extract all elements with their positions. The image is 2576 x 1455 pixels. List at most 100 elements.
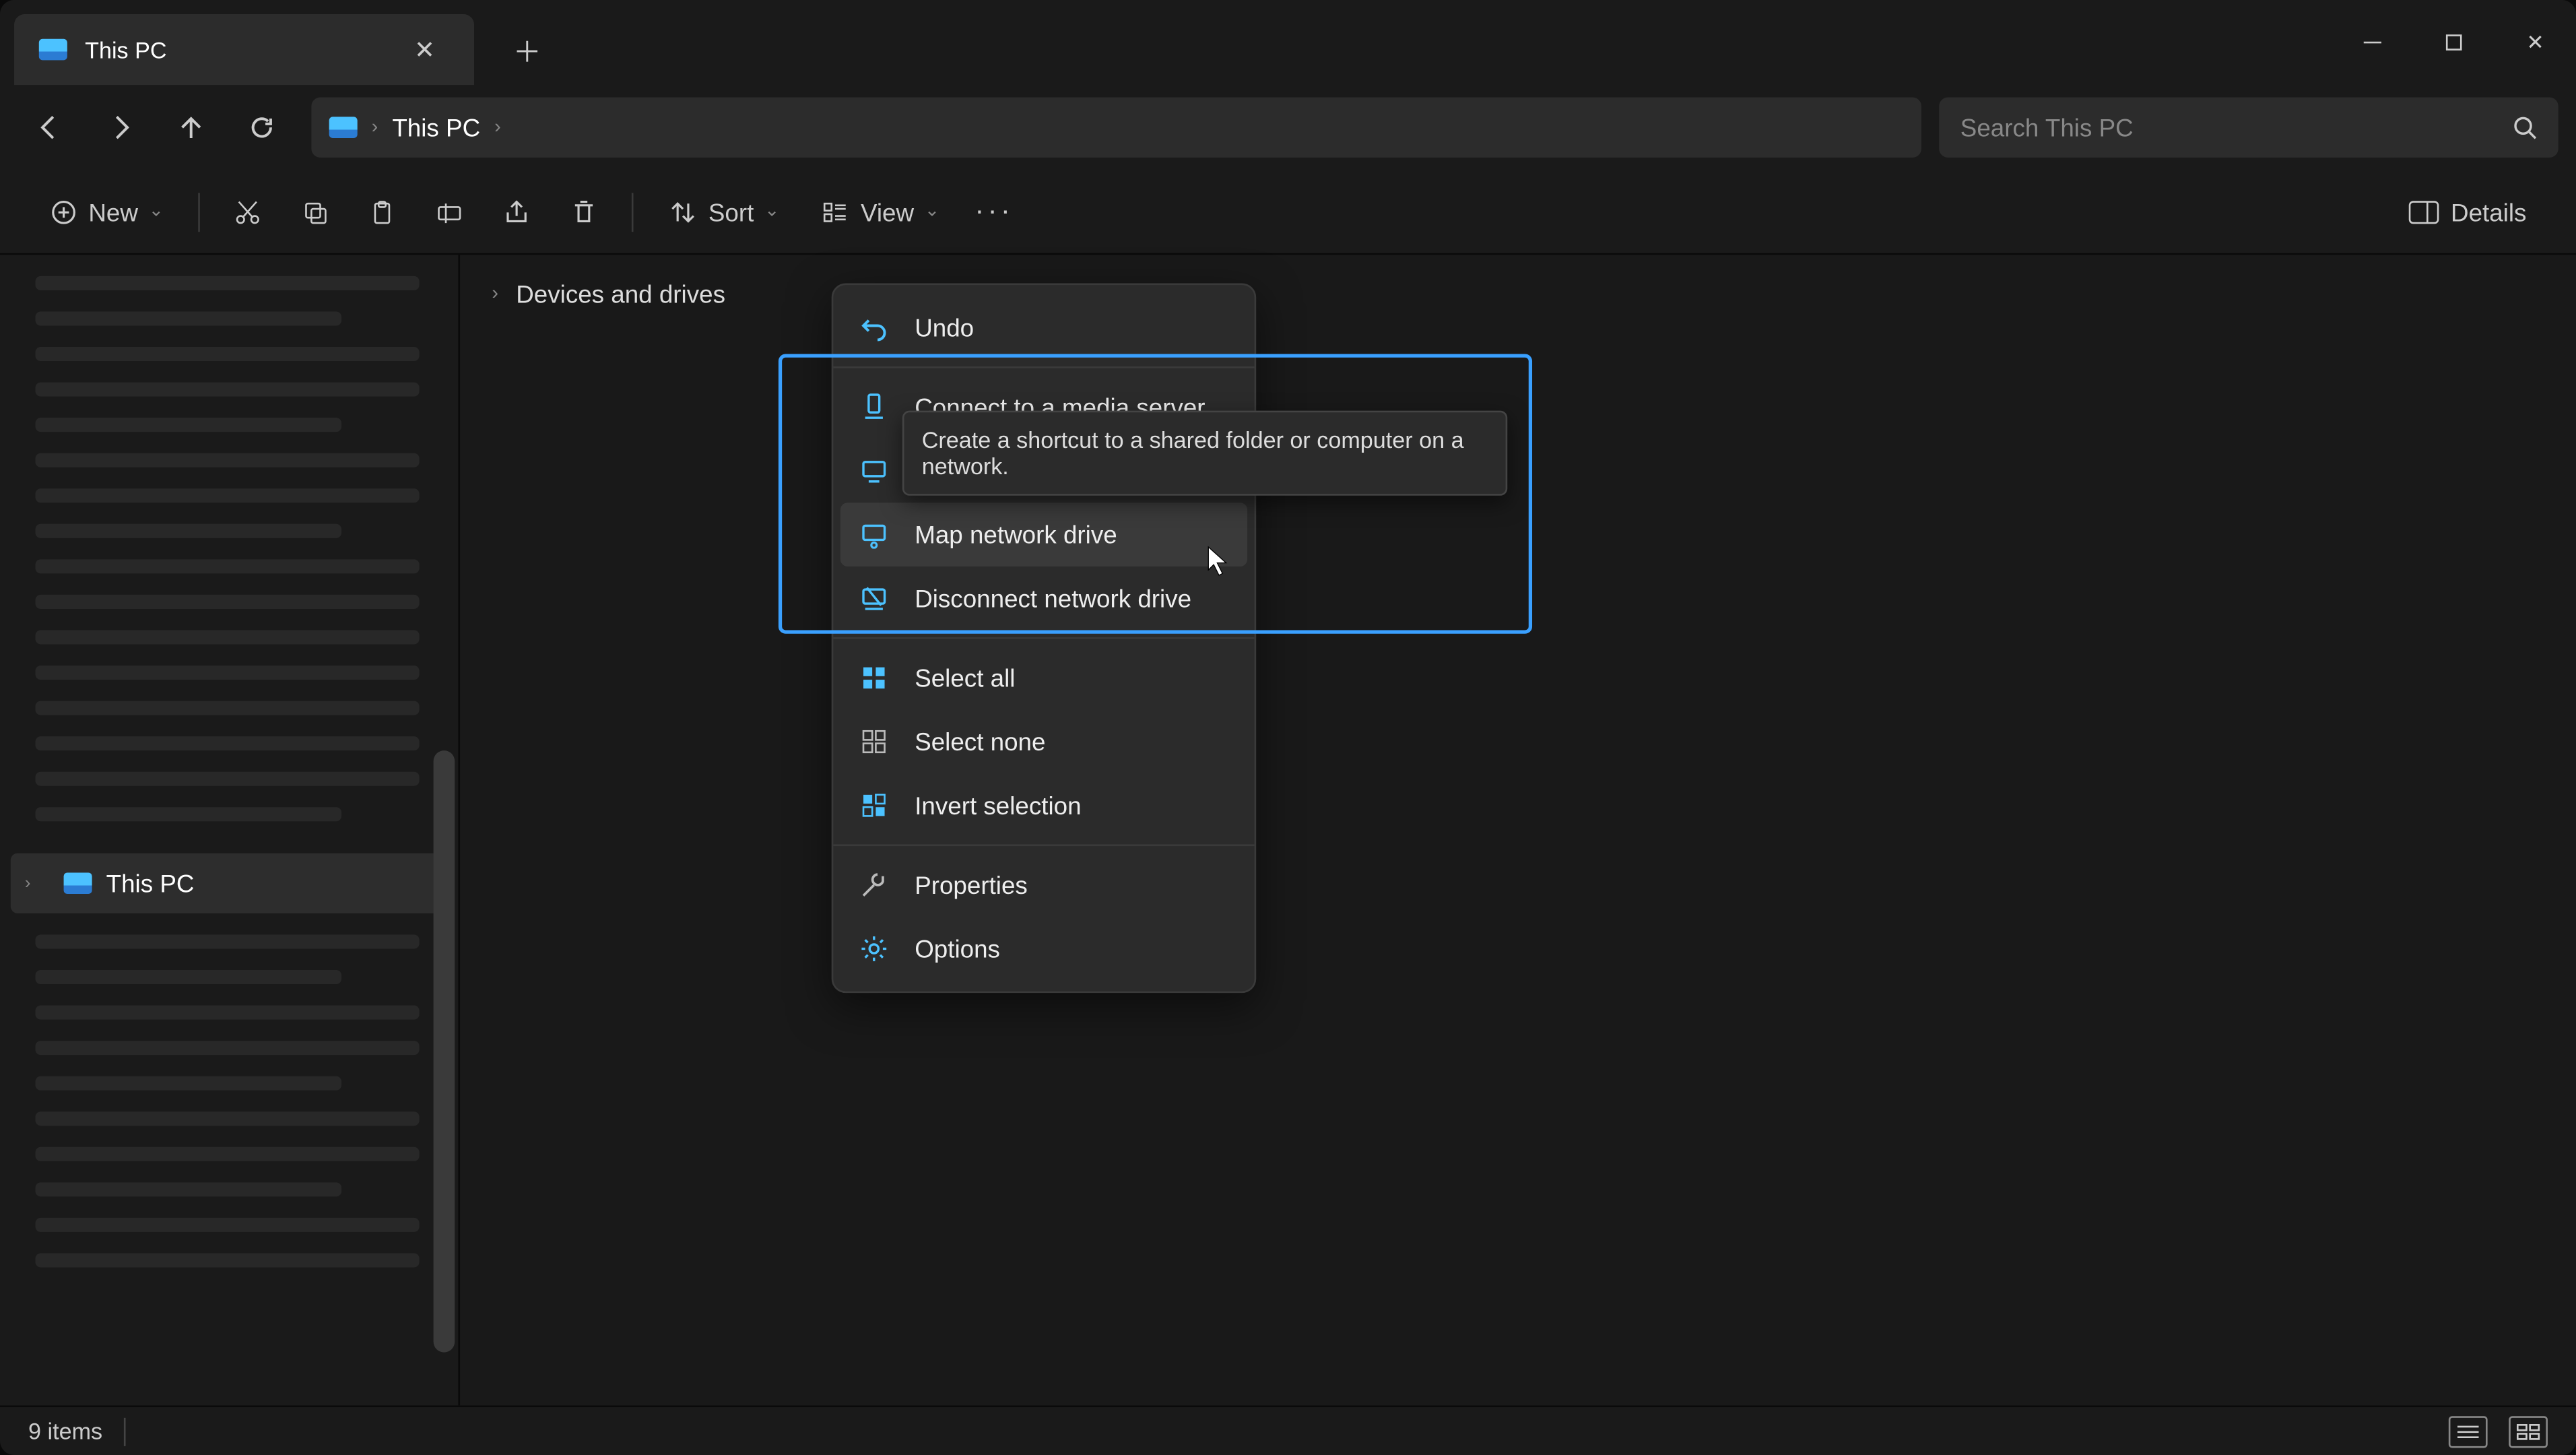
options-icon — [858, 933, 890, 965]
tab-title: This PC — [85, 36, 382, 63]
sidebar-item-placeholder[interactable] — [36, 559, 420, 573]
chevron-down-icon: ⌄ — [925, 202, 939, 222]
ctx-map-network-drive[interactable]: Map network drive — [840, 503, 1247, 567]
sidebar-item-placeholder[interactable] — [36, 934, 420, 948]
copy-button[interactable] — [286, 181, 345, 241]
sidebar-item-placeholder[interactable] — [36, 1253, 420, 1267]
nav-bar: › This PC › Search This PC — [0, 85, 2576, 170]
tab-close-button[interactable]: ✕ — [400, 25, 450, 75]
thumbnails-view-toggle[interactable] — [2509, 1415, 2548, 1447]
toolbar: New ⌄ Sort ⌄ View ⌄ — [0, 170, 2576, 255]
media-server-icon — [858, 391, 890, 423]
sidebar-item-placeholder[interactable] — [36, 630, 420, 644]
ctx-select-none[interactable]: Select none — [833, 710, 1254, 774]
properties-icon — [858, 869, 890, 901]
view-button[interactable]: View ⌄ — [804, 181, 957, 241]
status-items-count: 9 items — [28, 1418, 102, 1444]
invert-selection-icon — [858, 789, 890, 821]
details-view-toggle[interactable] — [2449, 1415, 2488, 1447]
chevron-right-icon: › — [492, 283, 498, 304]
new-tab-button[interactable]: ＋ — [496, 18, 560, 82]
share-button[interactable] — [488, 181, 548, 241]
network-location-icon — [858, 455, 890, 486]
chevron-right-icon: › — [25, 874, 50, 893]
sidebar-item-this-pc[interactable]: › This PC — [11, 853, 448, 913]
chevron-right-icon: › — [494, 117, 501, 138]
tab-this-pc[interactable]: This PC ✕ — [14, 14, 474, 85]
cut-button[interactable] — [218, 181, 278, 241]
view-icon — [822, 197, 850, 226]
chevron-right-icon: › — [372, 117, 378, 138]
forward-button[interactable] — [88, 96, 152, 160]
back-button[interactable] — [18, 96, 81, 160]
sidebar-item-placeholder[interactable] — [36, 1006, 420, 1020]
this-pc-icon — [64, 872, 92, 894]
refresh-button[interactable] — [230, 96, 294, 160]
more-button[interactable]: ··· — [964, 181, 1024, 241]
sidebar-item-placeholder[interactable] — [36, 736, 420, 750]
sidebar-item-placeholder[interactable] — [36, 807, 341, 821]
new-button[interactable]: New ⌄ — [32, 181, 181, 241]
sidebar-item-placeholder[interactable] — [36, 1111, 420, 1126]
sidebar-item-placeholder[interactable] — [36, 1218, 420, 1232]
sidebar-item-placeholder[interactable] — [36, 666, 420, 680]
sidebar-item-placeholder[interactable] — [36, 488, 420, 503]
ctx-disconnect-network-drive[interactable]: Disconnect network drive — [833, 567, 1254, 630]
plus-circle-icon — [50, 197, 78, 226]
context-menu: Undo Connect to a media server Add a net… — [832, 283, 1256, 993]
details-button[interactable]: Details — [2391, 181, 2544, 241]
explorer-window: This PC ✕ ＋ ✕ › This PC › — [0, 0, 2576, 1455]
details-pane-icon — [2408, 199, 2440, 224]
maximize-button[interactable] — [2413, 16, 2495, 69]
ctx-properties[interactable]: Properties — [833, 853, 1254, 917]
sidebar-item-placeholder[interactable] — [36, 701, 420, 715]
sidebar-scrollbar[interactable] — [434, 750, 455, 1352]
address-location: This PC — [392, 113, 480, 141]
chevron-down-icon: ⌄ — [149, 202, 164, 222]
search-input[interactable]: Search This PC — [1939, 98, 2558, 158]
ctx-invert-selection[interactable]: Invert selection — [833, 773, 1254, 837]
group-label: Devices and drives — [516, 280, 725, 308]
disconnect-network-drive-icon — [858, 583, 890, 614]
group-header-devices[interactable]: › Devices and drives — [492, 280, 2544, 308]
select-all-icon — [858, 662, 890, 694]
sidebar-item-placeholder[interactable] — [36, 970, 341, 984]
ctx-select-all[interactable]: Select all — [833, 646, 1254, 710]
navigation-pane[interactable]: › This PC — [0, 255, 460, 1405]
sort-button[interactable]: Sort ⌄ — [652, 181, 797, 241]
this-pc-icon — [329, 117, 358, 138]
sidebar-item-placeholder[interactable] — [36, 1041, 420, 1055]
sidebar-item-placeholder[interactable] — [36, 1182, 341, 1196]
paste-button[interactable] — [353, 181, 413, 241]
address-bar[interactable]: › This PC › — [311, 98, 1921, 158]
sort-icon — [669, 197, 698, 226]
sidebar-item-placeholder[interactable] — [36, 311, 341, 325]
up-button[interactable] — [159, 96, 223, 160]
sidebar-item-placeholder[interactable] — [36, 276, 420, 290]
ctx-undo[interactable]: Undo — [833, 296, 1254, 360]
sidebar-item-placeholder[interactable] — [36, 1076, 341, 1091]
sidebar-item-placeholder[interactable] — [36, 347, 420, 361]
sidebar-item-label: This PC — [106, 869, 195, 897]
undo-icon — [858, 311, 890, 343]
this-pc-icon — [39, 39, 67, 61]
rename-button[interactable] — [420, 181, 480, 241]
search-placeholder: Search This PC — [1960, 113, 2134, 141]
content-area[interactable]: › Devices and drives — [460, 255, 2576, 1405]
sidebar-item-placeholder[interactable] — [36, 524, 341, 538]
chevron-down-icon: ⌄ — [764, 202, 779, 222]
sidebar-item-placeholder[interactable] — [36, 453, 420, 467]
delete-button[interactable] — [554, 181, 614, 241]
ctx-options[interactable]: Options — [833, 917, 1254, 981]
minimize-button[interactable] — [2332, 16, 2413, 69]
map-network-drive-icon — [858, 519, 890, 550]
sidebar-item-placeholder[interactable] — [36, 772, 420, 786]
titlebar: This PC ✕ ＋ ✕ — [0, 0, 2576, 85]
select-none-icon — [858, 725, 890, 757]
sidebar-item-placeholder[interactable] — [36, 1147, 420, 1161]
close-button[interactable]: ✕ — [2495, 16, 2576, 69]
status-bar: 9 items — [0, 1405, 2576, 1455]
sidebar-item-placeholder[interactable] — [36, 418, 341, 432]
sidebar-item-placeholder[interactable] — [36, 383, 420, 397]
sidebar-item-placeholder[interactable] — [36, 595, 420, 609]
